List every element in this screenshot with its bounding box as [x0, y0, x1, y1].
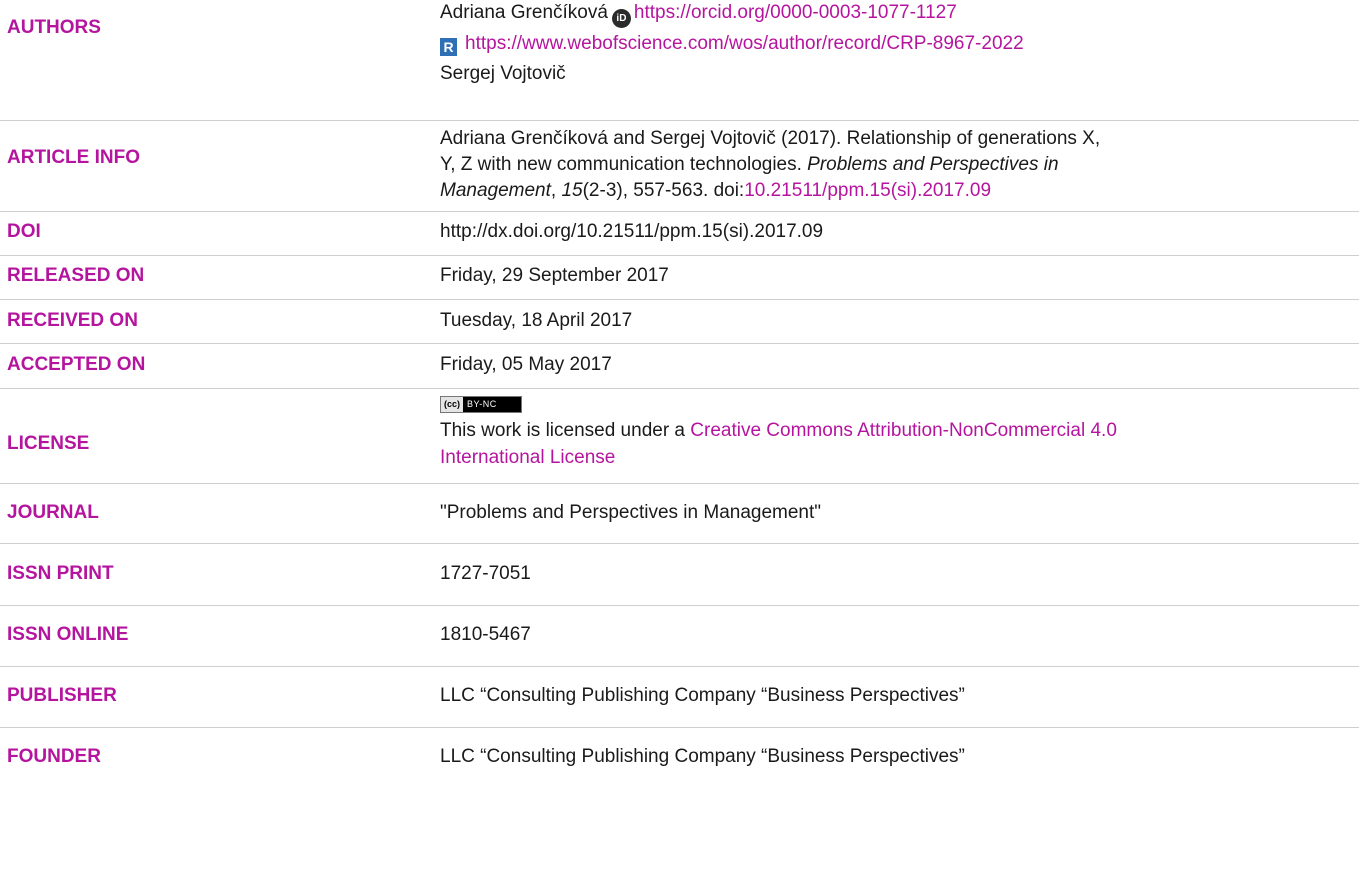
pages-text: (2-3), 557-563. doi:: [582, 180, 745, 201]
doi-label: DOI: [7, 221, 41, 242]
divider: [0, 483, 1359, 484]
article-info-label: ARTICLE INFO: [7, 147, 140, 168]
publisher-label: PUBLISHER: [7, 685, 117, 706]
journal-value: "Problems and Perspectives in Management…: [440, 502, 822, 523]
journal-label: JOURNAL: [7, 502, 99, 523]
received-on-value: Tuesday, 18 April 2017: [440, 310, 633, 331]
founder-label: FOUNDER: [7, 746, 101, 767]
divider: [0, 727, 1359, 728]
divider: [0, 543, 1359, 544]
released-on-label: RELEASED ON: [7, 265, 145, 286]
divider: [0, 666, 1359, 667]
citation-text: Y, Z with new communication technologies…: [440, 154, 802, 175]
divider: [0, 343, 1359, 344]
by-nc-text: BY-NC: [467, 399, 497, 409]
doi-link[interactable]: 10.21511/ppm.15(si).2017.09: [744, 180, 991, 201]
authors-label: AUTHORS: [7, 17, 101, 38]
orcid-icon[interactable]: iD: [611, 9, 631, 28]
author-name: Sergej Vojtovič: [440, 63, 566, 84]
researcherid-icon[interactable]: R: [440, 38, 457, 56]
doi-value: http://dx.doi.org/10.21511/ppm.15(si).20…: [440, 221, 824, 242]
license-link[interactable]: International License: [440, 447, 615, 468]
divider: [0, 211, 1359, 212]
cc-icon: (cc): [441, 397, 464, 412]
accepted-on-label: ACCEPTED ON: [7, 354, 146, 375]
license-link[interactable]: Creative Commons Attribution-NonCommerci…: [690, 420, 1117, 441]
journal-name: Problems and Perspectives in: [807, 154, 1059, 175]
founder-value: LLC “Consulting Publishing Company “Busi…: [440, 746, 965, 767]
issn-print-label: ISSN PRINT: [7, 563, 114, 584]
volume-number: 15: [561, 180, 583, 201]
creative-commons-badge[interactable]: (cc) BY-NC: [440, 396, 522, 413]
license-text: This work is licensed under a: [440, 420, 685, 441]
divider: [0, 605, 1359, 606]
citation-text: Adriana Grenčíková and Sergej Vojtovič (…: [440, 128, 1101, 149]
license-label: LICENSE: [7, 433, 90, 454]
accepted-on-value: Friday, 05 May 2017: [440, 354, 612, 375]
issn-online-value: 1810-5467: [440, 624, 531, 645]
released-on-value: Friday, 29 September 2017: [440, 265, 669, 286]
divider: [0, 255, 1359, 256]
divider: [0, 388, 1359, 389]
orcid-link[interactable]: https://orcid.org/0000-0003-1077-1127: [634, 2, 957, 23]
publisher-value: LLC “Consulting Publishing Company “Busi…: [440, 685, 965, 706]
divider: [0, 120, 1359, 121]
web-of-science-link[interactable]: https://www.webofscience.com/wos/author/…: [465, 33, 1024, 54]
divider: [0, 299, 1359, 300]
author-name: Adriana Grenčíková: [440, 2, 608, 23]
journal-name: Management: [440, 180, 551, 201]
issn-online-label: ISSN ONLINE: [7, 624, 129, 645]
received-on-label: RECEIVED ON: [7, 310, 138, 331]
issn-print-value: 1727-7051: [440, 563, 531, 584]
